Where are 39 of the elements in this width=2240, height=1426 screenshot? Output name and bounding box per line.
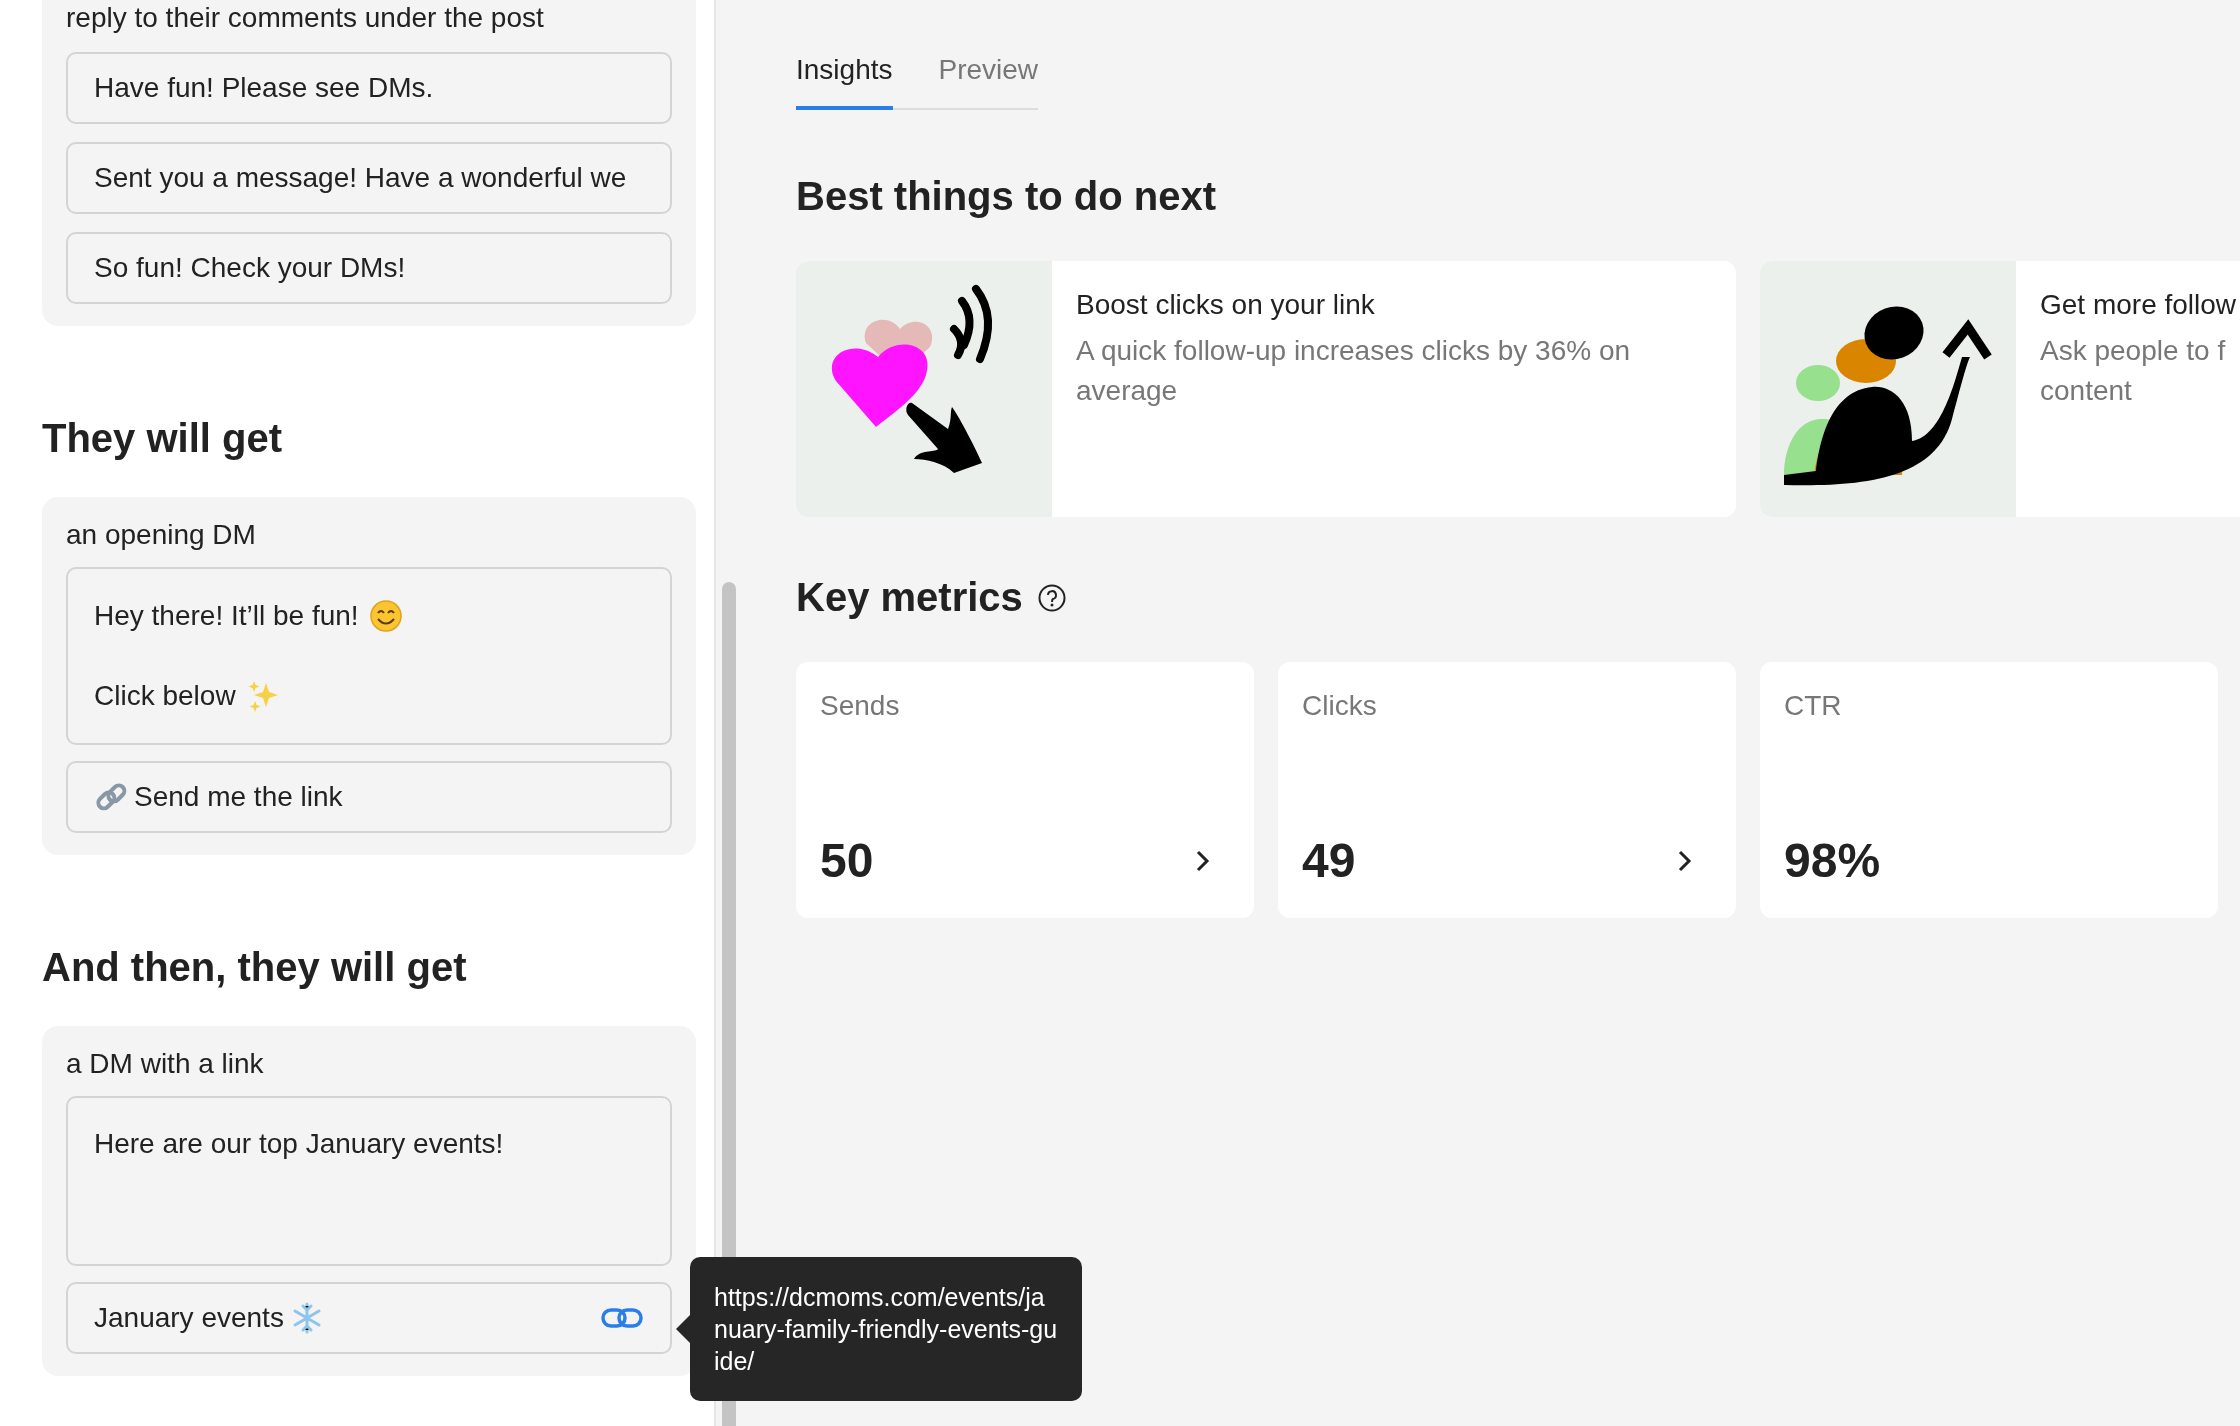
suggestion-card[interactable]: Boost clicks on your link A quick follow-up increases clicks by 36% on average	[796, 261, 1736, 517]
message-text: Here are our top January events!	[94, 1128, 504, 1160]
suggestion-card[interactable]: Get more follow Ask people to f content	[1760, 261, 2240, 517]
link-button-field[interactable]: Send me the link	[66, 761, 672, 833]
caption-text: reply to their comments under the post	[66, 1, 545, 34]
section-heading: Best things to do next	[796, 174, 1217, 219]
metric-card[interactable]: Sends 50	[796, 662, 1254, 918]
metric-value: 98%	[1784, 833, 1881, 888]
card-description: A quick follow-up increases clicks by 36% on average	[1076, 334, 1631, 408]
metric-label: CTR	[1784, 690, 1843, 722]
section-heading: And then, they will get	[42, 945, 468, 990]
tab[interactable]: Insights	[796, 50, 893, 110]
card-title: Get more follow	[2040, 289, 2237, 321]
button-label: January events	[94, 1302, 284, 1334]
sparkles-icon	[245, 679, 280, 713]
reply-field[interactable]: So fun! Check your DMs!	[66, 232, 672, 304]
message-text: Hey there! It’ll be fun!	[94, 600, 359, 632]
message-field[interactable]: Hey there! It’ll be fun! Click below	[66, 567, 672, 745]
button-label: Send me the link	[134, 781, 343, 813]
section-heading: Key metrics	[796, 575, 1023, 620]
link-button-field[interactable]: January events	[66, 1282, 672, 1354]
smiling-face-icon	[368, 599, 403, 633]
card-description: Ask people to f content	[2040, 334, 2227, 408]
section-heading: They will get	[42, 416, 284, 461]
reply-field[interactable]: Sent you a message! Have a wonderful we	[66, 142, 672, 214]
caption-text: a DM with a link	[66, 1048, 265, 1080]
help-icon	[1036, 582, 1067, 613]
metric-value: 50	[820, 833, 874, 888]
tab[interactable]: Preview	[938, 50, 1039, 110]
metric-card[interactable]: Clicks 49	[1278, 662, 1736, 918]
message-text: Click below	[94, 680, 236, 712]
url-tooltip: https://dcmoms.com/events/january-family-friendly-events-guide/	[690, 1257, 1082, 1401]
reply-field[interactable]: Have fun! Please see DMs.	[66, 52, 672, 124]
card-title: Boost clicks on your link	[1076, 289, 1376, 321]
message-field[interactable]: Here are our top January events!	[66, 1096, 672, 1266]
metric-label: Clicks	[1302, 690, 1378, 722]
metric-label: Sends	[820, 690, 901, 722]
caption-text: an opening DM	[66, 519, 257, 551]
metric-value: 49	[1302, 833, 1356, 888]
